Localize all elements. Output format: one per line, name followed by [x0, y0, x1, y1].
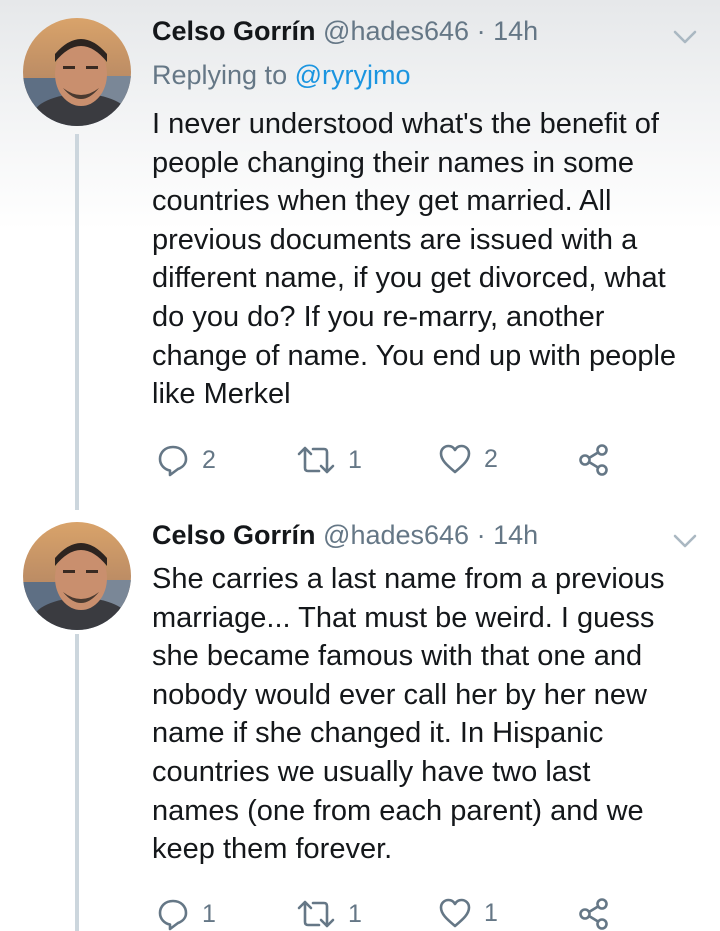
avatar[interactable]	[23, 18, 131, 126]
replying-to-label: Replying to	[152, 60, 288, 90]
retweet-count: 1	[348, 900, 362, 928]
retweet-icon	[297, 900, 335, 928]
reply-button[interactable]: 1	[156, 897, 216, 931]
like-count: 1	[484, 899, 498, 927]
retweet-button[interactable]: 1	[296, 897, 362, 931]
share-icon	[579, 898, 608, 930]
author-name[interactable]: Celso Gorrín	[152, 520, 316, 550]
replying-to: Replying to @ryryjmo	[152, 58, 411, 92]
tweet-text: She carries a last name from a previous …	[152, 563, 665, 866]
author-name[interactable]: Celso Gorrín	[152, 16, 316, 46]
tweet-text: I never understood what's the benefit of…	[152, 108, 677, 411]
reply-icon	[158, 899, 188, 931]
author-handle[interactable]: @hades646	[323, 16, 469, 46]
author-handle[interactable]: @hades646	[323, 520, 469, 550]
share-icon	[579, 444, 608, 476]
avatar-image	[23, 18, 131, 126]
reply-button[interactable]: 2	[156, 443, 216, 477]
retweet-icon	[297, 446, 335, 474]
thread-line	[75, 634, 79, 931]
retweet-count: 1	[348, 446, 362, 474]
avatar-image	[23, 522, 131, 630]
share-button[interactable]	[578, 443, 610, 477]
like-count: 2	[484, 445, 498, 473]
separator: ·	[476, 16, 486, 46]
reply-count: 2	[202, 446, 216, 474]
heart-icon	[439, 444, 471, 474]
heart-icon	[439, 898, 471, 928]
avatar[interactable]	[23, 522, 131, 630]
thread-line	[75, 134, 79, 510]
separator: ·	[476, 520, 486, 550]
share-button[interactable]	[578, 897, 610, 931]
timestamp[interactable]: 14h	[493, 520, 538, 550]
reply-count: 1	[202, 900, 216, 928]
retweet-button[interactable]: 1	[296, 443, 362, 477]
timestamp[interactable]: 14h	[493, 16, 538, 46]
like-button[interactable]: 1	[438, 897, 498, 929]
reply-icon	[158, 445, 188, 477]
tweet-header: Celso Gorrín @hades646 · 14h	[152, 14, 538, 48]
chevron-down-icon[interactable]	[670, 531, 700, 551]
like-button[interactable]: 2	[438, 443, 498, 475]
tweet-header: Celso Gorrín @hades646 · 14h	[152, 518, 538, 552]
reply-to-handle[interactable]: @ryryjmo	[295, 60, 411, 90]
chevron-down-icon[interactable]	[670, 27, 700, 47]
